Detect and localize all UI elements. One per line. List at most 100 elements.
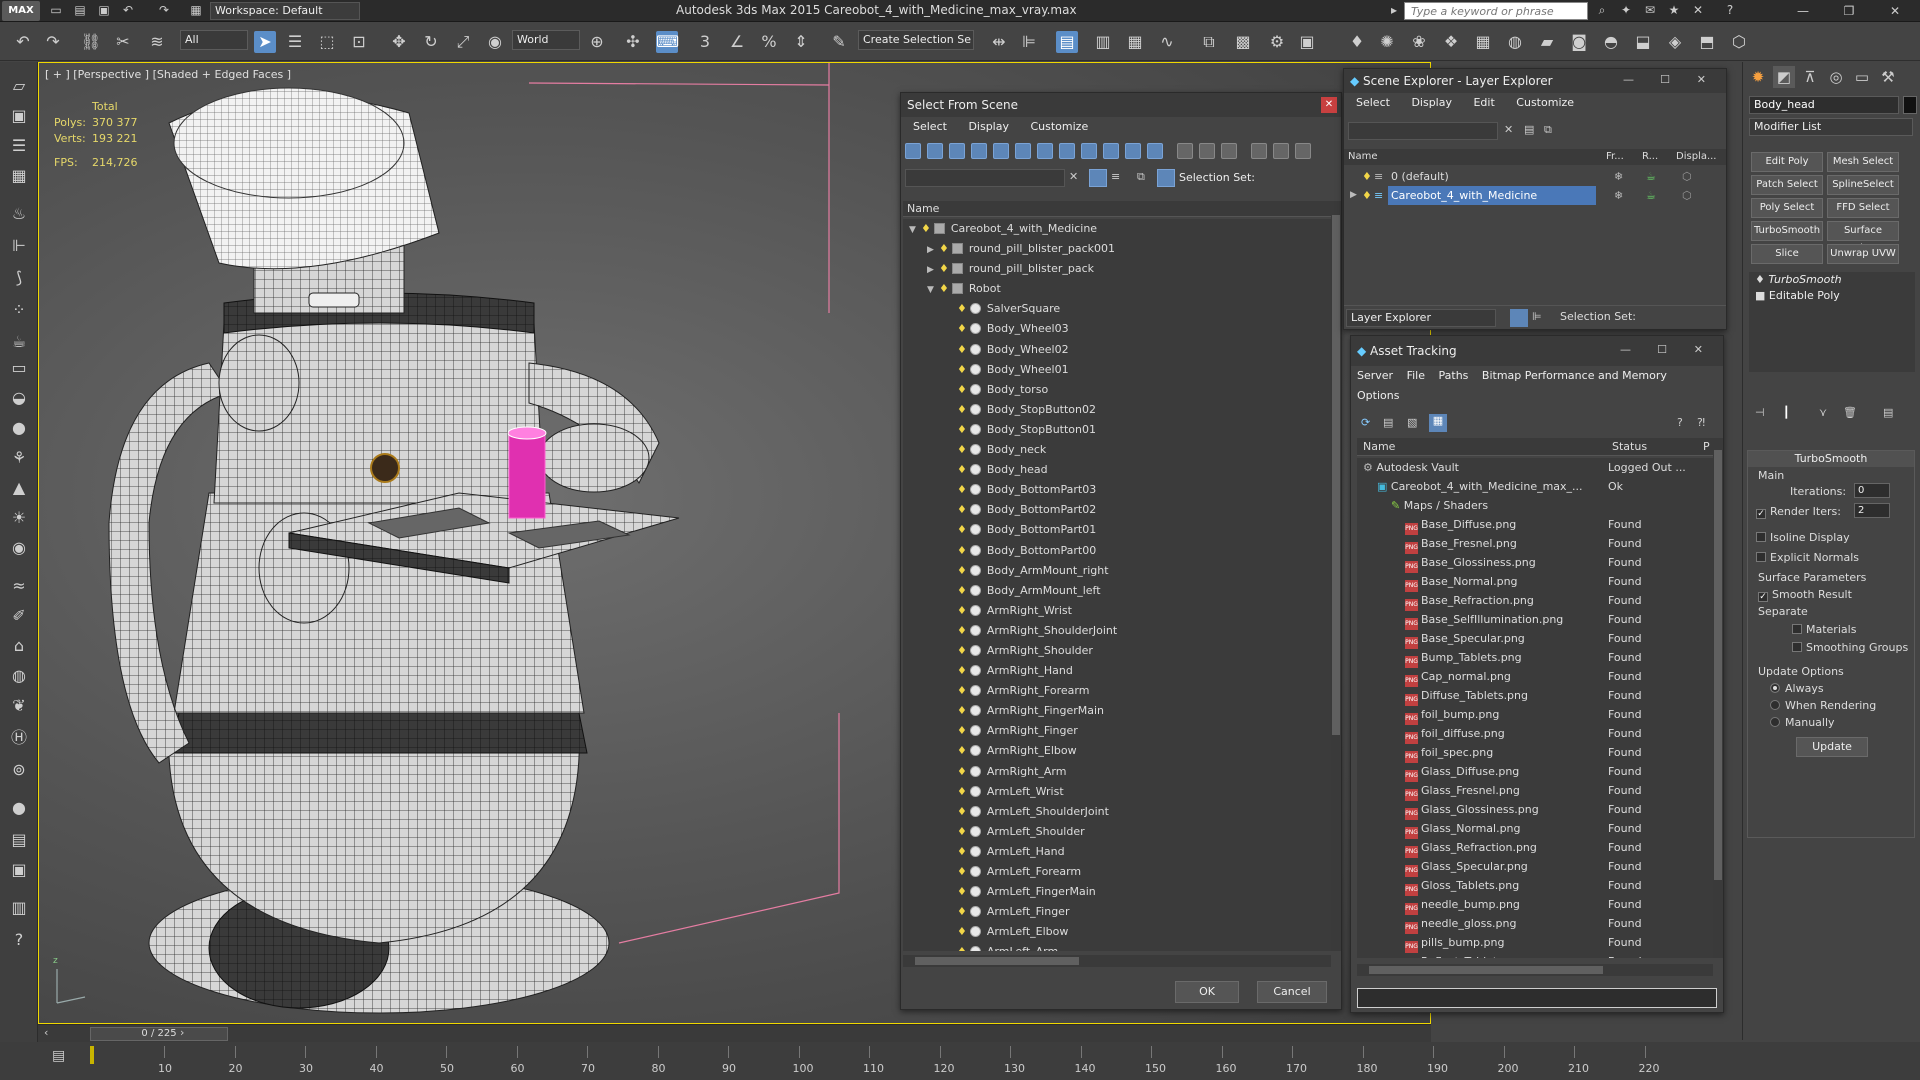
tree-row[interactable]: ♦ ArmLeft_Shoulder [903,822,1331,842]
stack-item-turbosmooth[interactable]: ♦ TurboSmooth [1749,272,1915,288]
expand-arrow-icon[interactable]: ▼ [909,220,921,240]
asset-row[interactable]: PNG Glass_Glossiness.png Found [1357,800,1713,820]
smooth-result-checkbox[interactable]: ✓ [1758,592,1768,602]
bind-spacewarp-icon[interactable]: ≋ [146,31,168,53]
tree-row[interactable]: ♦ Body_StopButton02 [903,400,1331,420]
bulb-icon[interactable]: ♦ [957,584,967,597]
teapot-icon[interactable]: ☕ [1646,167,1656,186]
expand-arrow-icon[interactable]: ▶ [927,260,939,280]
maximize-icon[interactable]: ☐ [1660,73,1670,86]
link-icon[interactable]: ⛓ [80,31,102,53]
search-input[interactable]: Type a keyword or phrase [1404,2,1588,20]
asset-tracking-window[interactable]: ◆ Asset Tracking — ☐ ✕ Server File Paths… [1350,335,1724,1013]
explorer-type-dropdown[interactable]: Layer Explorer [1346,309,1496,327]
asset-row[interactable]: PNG pills_bump.png Found [1357,933,1713,953]
materials-checkbox[interactable] [1792,624,1802,634]
bulb-icon[interactable]: ♦ [957,765,967,778]
layer-name[interactable]: Careobot_4_with_Medicine [1388,186,1596,205]
asset-list[interactable]: ⚙ Autodesk Vault Logged Out ... ▣ Careobot… [1357,458,1713,958]
place-icon[interactable]: ◉ [484,31,506,53]
expand-arrow-icon[interactable]: ▶ [927,240,939,260]
patch-select-button[interactable]: Patch Select [1751,175,1823,195]
explicit-normals-row[interactable]: Explicit Normals [1756,551,1859,564]
render-iters-spinner[interactable]: 2 [1854,503,1890,518]
horizontal-scrollbar[interactable] [903,955,1331,967]
new-file-icon[interactable]: ▭ [48,3,64,18]
bulb-icon[interactable]: ♦ [939,242,949,255]
asset-row[interactable]: PNG needle_bump.png Found [1357,895,1713,915]
tree-row[interactable]: ♦ Body_torso [903,380,1331,400]
display-shapes-icon[interactable] [927,143,943,159]
bulb-icon[interactable]: ♦ [957,322,967,335]
ok-button[interactable]: OK [1175,981,1239,1003]
materials-row[interactable]: Materials [1792,623,1856,636]
tree-row[interactable]: ♦ Body_BottomPart02 [903,500,1331,520]
tree-row[interactable]: ♦ Body_Wheel02 [903,340,1331,360]
keyboard-shortcut-toggle-icon[interactable]: ⌨ [656,31,679,53]
tree-row[interactable]: ♦ ArmRight_Arm [903,762,1331,782]
next-frame-icon[interactable]: › [180,1026,184,1039]
bulb-icon[interactable]: ♦ [957,604,967,617]
bulb-icon[interactable]: ♦ [957,523,967,536]
show-end-result-icon[interactable]: ┃ [1783,406,1790,419]
asset-row[interactable]: ⚙ Autodesk Vault Logged Out ... [1357,458,1713,477]
always-radio[interactable] [1770,683,1780,693]
teapot-icon[interactable]: ☕ [1646,186,1656,205]
vray-proxy-icon[interactable]: ❖ [1440,31,1462,53]
asset-row[interactable]: PNG Cap_normal.png Found [1357,667,1713,687]
asset-row[interactable]: PNG Base_Glossiness.png Found [1357,553,1713,573]
menu-options[interactable]: Options [1357,389,1399,402]
menu-file[interactable]: File [1407,369,1425,382]
hemisphere-icon[interactable]: ◒ [7,386,31,410]
bulb-icon[interactable]: ♦ [957,825,967,838]
tree-row[interactable]: ♦ ArmLeft_Finger [903,902,1331,922]
unwrap-uvw-button[interactable]: Unwrap UVW [1827,244,1899,264]
list-view-icon[interactable]: ▤ [1383,416,1393,429]
exchange-icon[interactable]: ✕ [1690,3,1706,18]
display-geometry-icon[interactable] [905,143,921,159]
menu-edit[interactable]: Edit [1473,96,1494,109]
always-radio-row[interactable]: Always [1770,682,1824,695]
toggle-ribbon-icon[interactable]: ▦ [1124,31,1146,53]
vray-vfb-icon[interactable]: ⬒ [1696,31,1718,53]
column-renderable[interactable]: R... [1642,149,1658,165]
vray-fur-icon[interactable]: ❀ [1408,31,1430,53]
select-none-icon[interactable] [1199,143,1215,159]
bevel-icon[interactable]: ⌂ [7,634,31,658]
close-icon[interactable]: ✕ [1694,343,1703,356]
bulb-icon[interactable]: ♦ [957,403,967,416]
smooth-result-row[interactable]: ✓ Smooth Result [1758,588,1852,602]
align-icon[interactable]: ⊫ [1018,31,1040,53]
sun-icon[interactable]: ☀ [7,506,31,530]
named-selection-set-dropdown[interactable]: Create Selection Se [858,30,974,50]
name-filter-input[interactable] [905,169,1065,187]
asset-row[interactable]: PNG Base_Diffuse.png Found [1357,515,1713,535]
bulb-icon[interactable]: ♦ [1362,186,1372,205]
vray-frame-buffer-icon[interactable]: ▦ [1472,31,1494,53]
menu-paths[interactable]: Paths [1439,369,1469,382]
clear-filter-icon[interactable]: ✕ [1069,170,1078,183]
asset-row[interactable]: PNG Bump_Tablets.png Found [1357,648,1713,668]
stack-item-editable-poly[interactable]: ■ Editable Poly [1749,288,1915,304]
cone-icon[interactable]: ▲ [7,476,31,500]
display-containers-icon[interactable] [1103,143,1119,159]
globe-icon[interactable]: ◍ [7,664,31,688]
vray-light-icon[interactable]: ♦ [1346,31,1368,53]
curve-editor-icon[interactable]: ∿ [1156,31,1178,53]
bulb-icon[interactable]: ♦ [957,503,967,516]
track-bar[interactable]: ▤ 10 20 30 40 50 60 70 80 90 100 110 120 130 140 150 16… [0,1042,1920,1080]
menu-customize[interactable]: Customize [1516,96,1574,109]
new-layer-icon[interactable]: ▤ [1524,123,1534,136]
tree-row[interactable]: ♦ ArmRight_ShoulderJoint [903,621,1331,641]
vray-physical-camera-icon[interactable]: ◙ [1568,31,1590,53]
ffd-select-button[interactable]: FFD Select [1827,198,1899,218]
bulb-icon[interactable]: ♦ [957,925,967,938]
help-icon[interactable]: ? [1677,416,1683,429]
redo-icon[interactable]: ↷ [42,31,64,53]
menu-bitmap-performance[interactable]: Bitmap Performance and Memory [1482,369,1667,382]
isoline-display-checkbox[interactable] [1756,532,1766,542]
workspace-dropdown[interactable]: Workspace: Default [210,2,360,20]
scene-object-tree[interactable]: ▼ ♦ Careobot_4_with_Medicine ▶ ♦ round_pill_b… [903,219,1331,951]
remove-modifier-icon[interactable]: 🗑 [1843,406,1857,419]
tree-row[interactable]: ♦ ArmRight_Finger [903,721,1331,741]
